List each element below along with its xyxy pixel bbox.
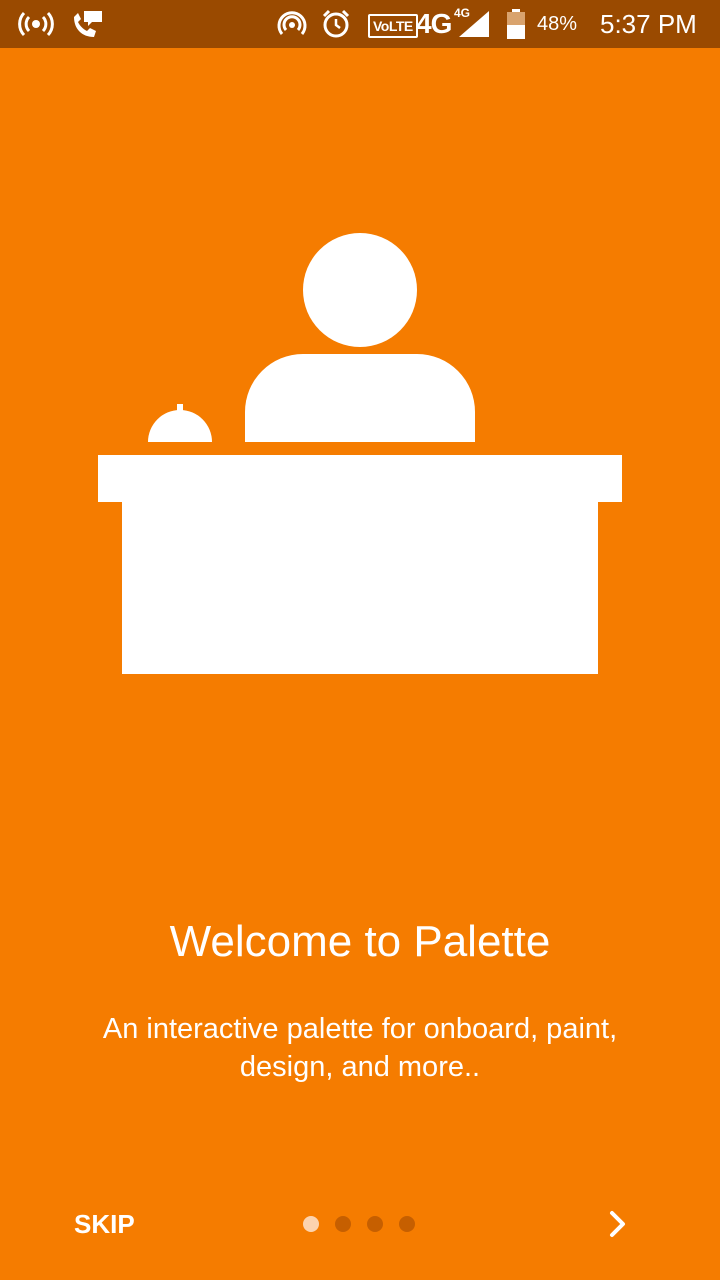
service-bell <box>148 410 212 442</box>
page-dot-1 <box>303 1216 319 1232</box>
volte-badge: VoLTE <box>368 14 418 38</box>
page-indicator <box>303 1216 415 1232</box>
skip-button[interactable]: SKIP <box>60 1196 149 1252</box>
battery-icon <box>502 0 530 48</box>
person-body <box>245 354 475 442</box>
signal-strength-icon <box>456 0 492 48</box>
onboarding-title: Welcome to Palette <box>169 917 551 966</box>
wifi-calling-icon <box>66 0 106 48</box>
alarm-icon <box>318 0 354 48</box>
network-type-label: 4G <box>416 8 452 39</box>
status-bar: VoLTE 4G 4G 48% 5:37 PM <box>0 0 720 48</box>
battery-percentage: 48% <box>537 13 578 35</box>
page-dot-2 <box>335 1216 351 1232</box>
hotspot-signal-icon <box>274 0 310 48</box>
desk-body <box>122 502 598 674</box>
reception-desk-illustration <box>0 220 720 690</box>
onboarding-description: An interactive palette for onboard, pain… <box>102 1013 618 1083</box>
clock: 5:37 PM <box>600 9 697 39</box>
chevron-right-icon <box>610 1211 625 1237</box>
desk-top <box>98 455 622 502</box>
person-head <box>303 233 417 347</box>
hotspot-broadcast-icon <box>16 0 56 48</box>
page-dot-4 <box>399 1216 415 1232</box>
next-button[interactable] <box>590 1196 646 1252</box>
page-dot-3 <box>367 1216 383 1232</box>
